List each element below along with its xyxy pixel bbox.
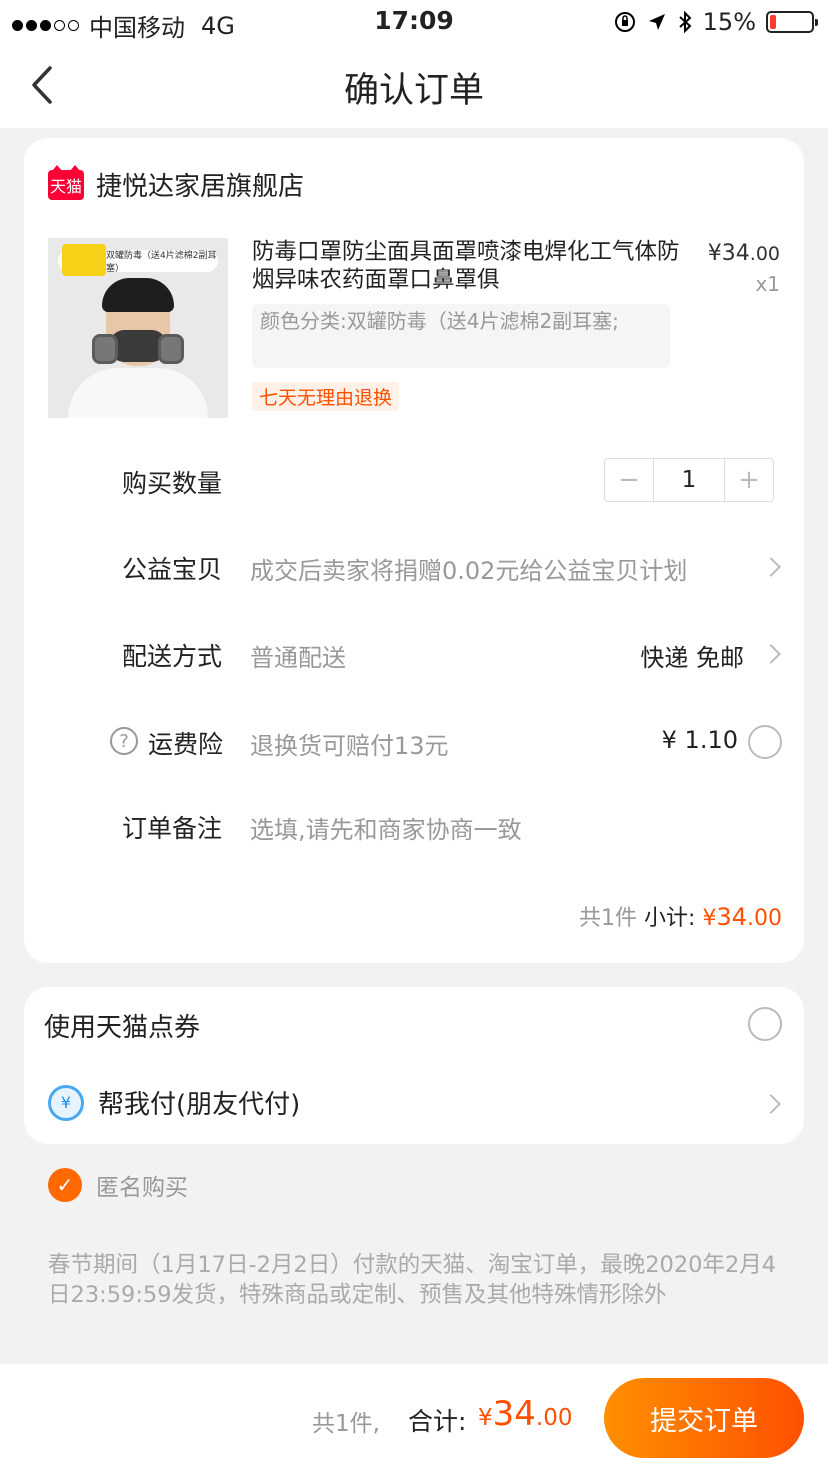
status-right: 15% (613, 8, 818, 36)
shop-header[interactable]: 天猫 捷悦达家居旗舰店 (48, 164, 305, 203)
quantity-stepper: − 1 + (604, 458, 774, 502)
return-policy-tag: 七天无理由退换 (252, 382, 400, 411)
anonymous-purchase[interactable]: ✓ 匿名购买 (48, 1168, 188, 1202)
product-quantity: x1 (755, 272, 780, 296)
checkmark-icon[interactable]: ✓ (48, 1168, 82, 1202)
product-title[interactable]: 防毒口罩防尘面具面罩喷漆电焊化工气体防烟异味农药面罩口鼻罩俱 (252, 238, 680, 294)
insurance-label: 运费险 (148, 730, 224, 759)
status-bar: 中国移动 4G 17:09 15% (0, 0, 828, 42)
product-thumbnail[interactable]: 双罐防毒（送4片滤棉2副耳塞） (48, 238, 228, 418)
friend-pay-label: 帮我付(朋友代付) (98, 1090, 301, 1120)
remark-label: 订单备注 (122, 814, 223, 843)
chevron-right-icon (761, 557, 781, 577)
total-amount: ¥34.00 (478, 1394, 573, 1434)
nav-bar: 确认订单 (0, 42, 828, 128)
insurance-value: 退换货可赔付13元 (250, 732, 449, 760)
bottom-bar: 共1件, 合计: ¥34.00 提交订单 (0, 1364, 828, 1472)
battery-percent: 15% (702, 8, 756, 36)
product-sku: 颜色分类:双罐防毒（送4片滤棉2副耳塞; (252, 304, 670, 368)
rotation-lock-icon (614, 12, 635, 32)
tmall-logo: 天猫 (48, 164, 84, 200)
total-label: 合计: (408, 1407, 467, 1436)
anonymous-label: 匿名购买 (96, 1175, 188, 1201)
quantity-label: 购买数量 (122, 469, 223, 498)
order-card: 天猫 捷悦达家居旗舰店 双罐防毒（送4片滤棉2副耳塞） 防毒口罩防尘面具面罩喷漆… (24, 138, 804, 963)
location-arrow-icon (648, 14, 665, 30)
submit-order-button[interactable]: 提交订单 (604, 1378, 804, 1458)
delivery-method: 快递 免邮 (640, 644, 744, 672)
delivery-row[interactable]: 配送方式 普通配送 快递 免邮 (24, 625, 804, 685)
delivery-label: 配送方式 (122, 642, 223, 671)
chevron-right-icon (761, 644, 781, 664)
thumbnail-banner: 双罐防毒（送4片滤棉2副耳塞） (58, 244, 218, 276)
subtotal-amount: ¥34.00 (702, 903, 782, 931)
friend-pay-row[interactable]: ¥ 帮我付(朋友代付) (48, 1084, 300, 1121)
charity-row[interactable]: 公益宝贝 成交后卖家将捐赠0.02元给公益宝贝计划 (24, 538, 804, 598)
total-count: 共1件, (312, 1411, 380, 1437)
chevron-right-icon (761, 1094, 781, 1114)
quantity-value[interactable]: 1 (653, 459, 725, 501)
yuan-icon: ¥ (48, 1084, 84, 1121)
remark-row: 订单备注 选填,请先和商家协商一致 (24, 797, 804, 857)
subtotal-count: 共1件 (579, 906, 638, 931)
increment-button[interactable]: + (725, 459, 773, 501)
subtotal: 共1件 小计: ¥34.00 (579, 900, 782, 932)
shop-name: 捷悦达家居旗舰店 (96, 172, 305, 202)
remark-input[interactable]: 选填,请先和商家协商一致 (250, 810, 522, 845)
insurance-price: ¥ 1.10 (661, 726, 738, 754)
delivery-value: 普通配送 (250, 644, 346, 672)
holiday-notice: 春节期间（1月17日-2月2日）付款的天猫、淘宝订单，最晚2020年2月4日23… (48, 1252, 777, 1308)
coupon-radio[interactable] (748, 1007, 782, 1041)
battery-icon (766, 11, 818, 33)
payment-options-card: 使用天猫点券 ¥ 帮我付(朋友代付) (24, 987, 804, 1144)
decrement-button[interactable]: − (605, 459, 653, 501)
help-icon[interactable]: ? (110, 727, 138, 755)
product-price: ¥34.00 (707, 241, 780, 266)
insurance-row: ? 运费险 退换货可赔付13元 ¥ 1.10 (24, 713, 804, 773)
bluetooth-icon (678, 10, 692, 34)
insurance-radio[interactable] (748, 725, 782, 759)
charity-value: 成交后卖家将捐赠0.02元给公益宝贝计划 (250, 557, 688, 585)
subtotal-label: 小计: (644, 906, 696, 931)
charity-label: 公益宝贝 (122, 555, 223, 584)
page-title: 确认订单 (343, 71, 484, 111)
coupon-label: 使用天猫点券 (44, 1013, 201, 1043)
